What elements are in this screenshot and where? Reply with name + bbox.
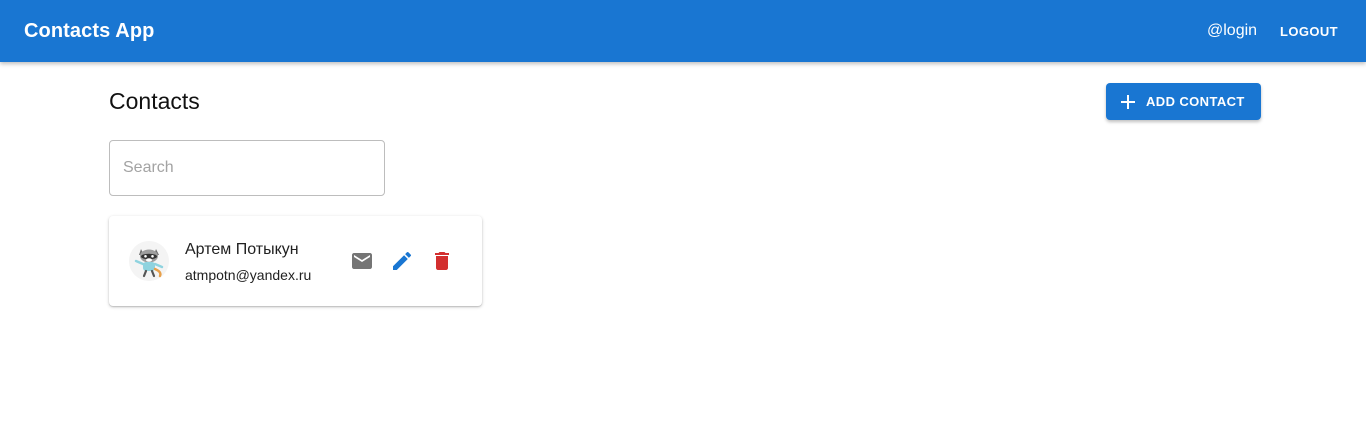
page-title: Contacts [109, 88, 200, 114]
plus-icon [1120, 94, 1136, 110]
search-field [109, 140, 385, 196]
raccoon-avatar [129, 241, 169, 281]
contact-email: atmpotn@yandex.ru [185, 267, 312, 283]
edit-icon[interactable] [390, 249, 414, 273]
app-bar: Contacts App @login LOGOUT [0, 0, 1366, 62]
add-contact-label: ADD CONTACT [1146, 94, 1245, 109]
logout-button[interactable]: LOGOUT [1270, 16, 1348, 46]
mail-icon[interactable] [350, 249, 374, 273]
add-contact-button[interactable]: ADD CONTACT [1106, 83, 1261, 120]
delete-icon[interactable] [430, 249, 454, 273]
search-input[interactable] [110, 141, 384, 195]
app-title: Contacts App [24, 20, 155, 42]
user-login-link[interactable]: @login [1207, 22, 1257, 40]
contact-card: Артем Потыкун atmpotn@yandex.ru [109, 216, 482, 306]
contact-name: Артем Потыкун [185, 241, 299, 258]
